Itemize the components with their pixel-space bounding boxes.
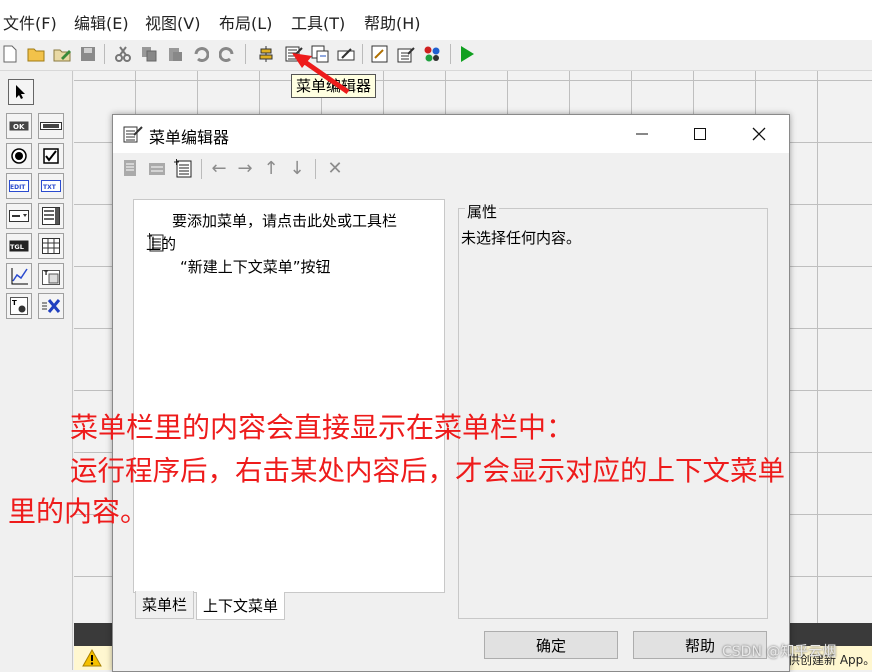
arrow-right-icon[interactable]: → bbox=[235, 157, 255, 179]
arrow-left-icon[interactable]: ← bbox=[209, 157, 229, 179]
tab-context-menu[interactable]: 上下文菜单 bbox=[196, 592, 286, 620]
menu-tools[interactable]: 工具(T) bbox=[291, 10, 345, 34]
axes-tool-icon[interactable] bbox=[6, 263, 32, 289]
panel-tool-icon[interactable]: T bbox=[38, 263, 64, 289]
menu-file[interactable]: 文件(F) bbox=[3, 10, 57, 34]
copy-icon[interactable] bbox=[139, 43, 159, 65]
menu-editor-icon bbox=[123, 124, 143, 148]
menu-layout[interactable]: 布局(L) bbox=[219, 10, 272, 34]
listbox-tool-icon[interactable] bbox=[38, 203, 64, 229]
annotation-line-1: 菜单栏里的内容会直接显示在菜单栏中： bbox=[70, 411, 575, 444]
menu-edit[interactable]: 编辑(E) bbox=[74, 10, 129, 34]
svg-text:TGL: TGL bbox=[10, 243, 24, 251]
delete-icon[interactable]: ✕ bbox=[325, 157, 345, 179]
annotation-line-2: 运行程序后，右击某处内容后，才会显示对应的上下文菜单 bbox=[70, 455, 785, 487]
close-icon[interactable] bbox=[730, 115, 788, 153]
button-group-tool-icon[interactable]: T bbox=[6, 293, 32, 319]
editor-icon[interactable] bbox=[370, 43, 390, 65]
menu-editor-dialog: 菜单编辑器 ← → ↑ ↓ ✕ 要添加菜单，请点击此处或工具栏 上的 “新建上下… bbox=[112, 114, 790, 672]
minimize-icon[interactable] bbox=[613, 115, 671, 153]
properties-empty-text: 未选择任何内容。 bbox=[461, 229, 582, 247]
save-icon[interactable] bbox=[78, 43, 98, 65]
component-palette: OK EDIT TXT TGL T T bbox=[0, 71, 73, 670]
annotation-arrow bbox=[292, 53, 350, 95]
menu-help[interactable]: 帮助(H) bbox=[364, 10, 421, 34]
align-icon[interactable] bbox=[256, 43, 276, 65]
checkbox-tool-icon[interactable] bbox=[38, 143, 64, 169]
tab-menubar[interactable]: 菜单栏 bbox=[135, 591, 195, 619]
new-context-menu-icon[interactable] bbox=[173, 157, 193, 179]
activex-tool-icon[interactable] bbox=[38, 293, 64, 319]
table-tool-icon[interactable] bbox=[38, 233, 64, 259]
edit-field-tool-icon[interactable]: EDIT bbox=[6, 173, 32, 199]
hint-line-2: 上的 bbox=[146, 235, 177, 253]
static-text-tool-icon[interactable]: TXT bbox=[38, 173, 64, 199]
slider-tool-icon[interactable] bbox=[38, 113, 64, 139]
dialog-toolbar: ← → ↑ ↓ ✕ bbox=[113, 153, 789, 183]
open-folder-icon[interactable] bbox=[26, 43, 46, 65]
run-icon[interactable] bbox=[457, 43, 477, 65]
new-menu-item-icon[interactable] bbox=[147, 157, 167, 179]
arrow-down-icon[interactable]: ↓ bbox=[287, 157, 307, 179]
warning-icon bbox=[82, 648, 102, 671]
push-button-tool-icon[interactable]: OK bbox=[6, 113, 32, 139]
maximize-icon[interactable] bbox=[671, 115, 729, 153]
menu-tree-panel[interactable]: 要添加菜单，请点击此处或工具栏 上的 “新建上下文菜单”按钮 bbox=[133, 199, 445, 593]
svg-text:EDIT: EDIT bbox=[10, 184, 26, 191]
ok-button[interactable]: 确定 bbox=[484, 631, 618, 659]
svg-text:TXT: TXT bbox=[43, 184, 57, 191]
hint-line-1: 要添加菜单，请点击此处或工具栏 bbox=[172, 212, 398, 230]
menu-view[interactable]: 视图(V) bbox=[145, 10, 200, 34]
hint-line-3: “新建上下文菜单”按钮 bbox=[180, 258, 331, 276]
annotation-line-3: 里的内容。 bbox=[8, 495, 149, 528]
edit-icon[interactable] bbox=[52, 43, 72, 65]
dialog-title: 菜单编辑器 bbox=[149, 128, 230, 147]
main-toolbar bbox=[0, 40, 872, 71]
properties-legend: 属性 bbox=[465, 201, 500, 222]
popup-menu-tool-icon[interactable] bbox=[6, 203, 32, 229]
svg-text:T: T bbox=[12, 299, 17, 307]
radio-button-tool-icon[interactable] bbox=[6, 143, 32, 169]
toggle-button-tool-icon[interactable]: TGL bbox=[6, 233, 32, 259]
arrow-up-icon[interactable]: ↑ bbox=[261, 157, 281, 179]
svg-text:OK: OK bbox=[13, 123, 25, 131]
dialog-titlebar: 菜单编辑器 bbox=[113, 115, 789, 153]
paste-icon[interactable] bbox=[165, 43, 185, 65]
watermark: CSDN @知乎云烟 bbox=[722, 644, 837, 660]
redo-icon[interactable] bbox=[217, 43, 237, 65]
object-browser-icon[interactable] bbox=[422, 43, 442, 65]
cut-icon[interactable] bbox=[113, 43, 133, 65]
menu-bar: 文件(F) 编辑(E) 视图(V) 布局(L) 工具(T) 帮助(H) bbox=[0, 0, 872, 40]
inspector-icon[interactable] bbox=[396, 43, 416, 65]
pointer-tool-icon[interactable] bbox=[8, 79, 34, 105]
new-menu-icon[interactable] bbox=[121, 157, 141, 179]
add-menu-hint[interactable]: 要添加菜单，请点击此处或工具栏 上的 “新建上下文菜单”按钮 bbox=[146, 210, 398, 279]
new-file-icon[interactable] bbox=[0, 43, 20, 65]
undo-icon[interactable] bbox=[191, 43, 211, 65]
